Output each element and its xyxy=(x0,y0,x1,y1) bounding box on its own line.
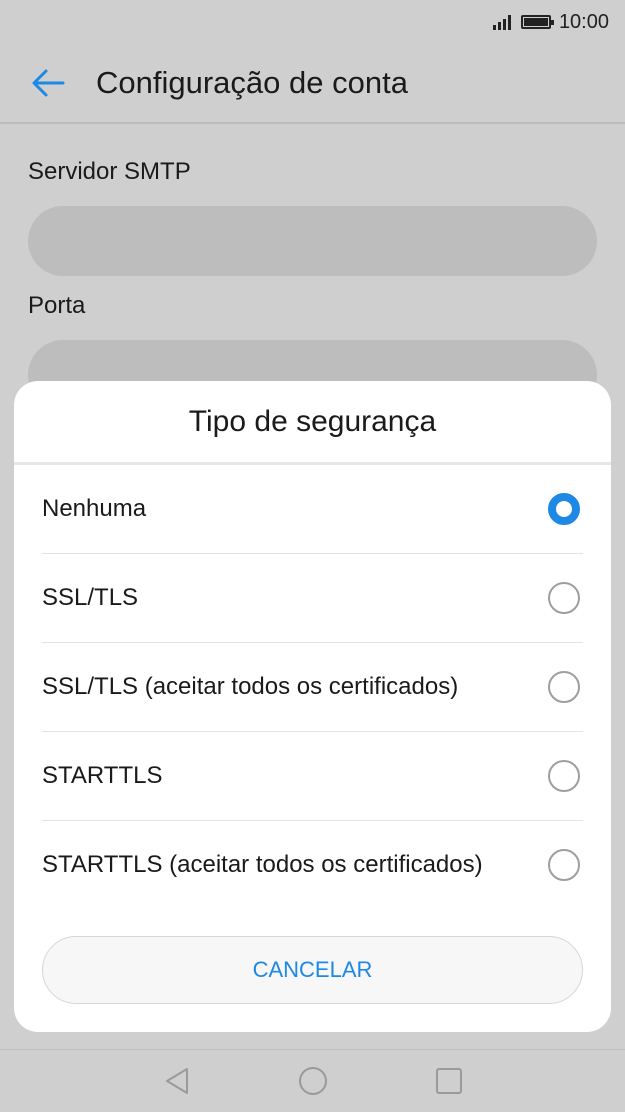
option-label: STARTTLS xyxy=(42,762,163,789)
recents-square-icon xyxy=(435,1068,462,1094)
nav-back-button[interactable] xyxy=(157,1061,197,1101)
status-time: 10:00 xyxy=(558,10,609,33)
system-nav-bar xyxy=(0,1049,625,1112)
option-label: SSL/TLS (aceitar todos os certificados) xyxy=(42,673,459,700)
port-label: Porta xyxy=(28,292,86,319)
option-ssl-tls-accept-all[interactable]: SSL/TLS (aceitar todos os certificados) xyxy=(42,643,583,732)
option-label: STARTTLS (aceitar todos os certificados) xyxy=(42,851,483,878)
option-ssl-tls[interactable]: SSL/TLS xyxy=(42,554,583,643)
option-starttls[interactable]: STARTTLS xyxy=(42,732,583,821)
nav-home-button[interactable] xyxy=(293,1061,333,1101)
arrow-left-icon xyxy=(32,69,65,97)
radio-unselected-icon[interactable] xyxy=(548,582,580,614)
security-options-list: Nenhuma SSL/TLS SSL/TLS (aceitar todos o… xyxy=(42,465,583,909)
nav-recents-button[interactable] xyxy=(429,1061,469,1101)
cancel-button[interactable]: CANCELAR xyxy=(42,936,583,1004)
option-none[interactable]: Nenhuma xyxy=(42,465,583,554)
option-label: SSL/TLS xyxy=(42,584,139,611)
option-starttls-accept-all[interactable]: STARTTLS (aceitar todos os certificados) xyxy=(42,821,583,909)
back-button[interactable] xyxy=(28,63,68,103)
page-title: Configuração de conta xyxy=(96,65,408,100)
signal-icon xyxy=(492,14,511,30)
security-type-dialog: Tipo de segurança Nenhuma SSL/TLS SSL/TL… xyxy=(14,381,611,1032)
dialog-title: Tipo de segurança xyxy=(14,381,611,465)
account-form: Servidor SMTP Porta xyxy=(28,124,597,410)
option-label: Nenhuma xyxy=(42,495,147,522)
radio-unselected-icon[interactable] xyxy=(548,760,580,792)
smtp-server-input[interactable] xyxy=(28,206,597,276)
smtp-server-label: Servidor SMTP xyxy=(28,158,191,185)
radio-unselected-icon[interactable] xyxy=(548,671,580,703)
back-triangle-icon xyxy=(165,1068,188,1094)
app-bar: Configuração de conta xyxy=(0,44,625,124)
status-bar: 10:00 xyxy=(0,0,625,44)
radio-selected-icon[interactable] xyxy=(548,493,580,525)
battery-icon xyxy=(520,15,554,29)
home-circle-icon xyxy=(298,1067,327,1095)
radio-unselected-icon[interactable] xyxy=(548,849,580,881)
